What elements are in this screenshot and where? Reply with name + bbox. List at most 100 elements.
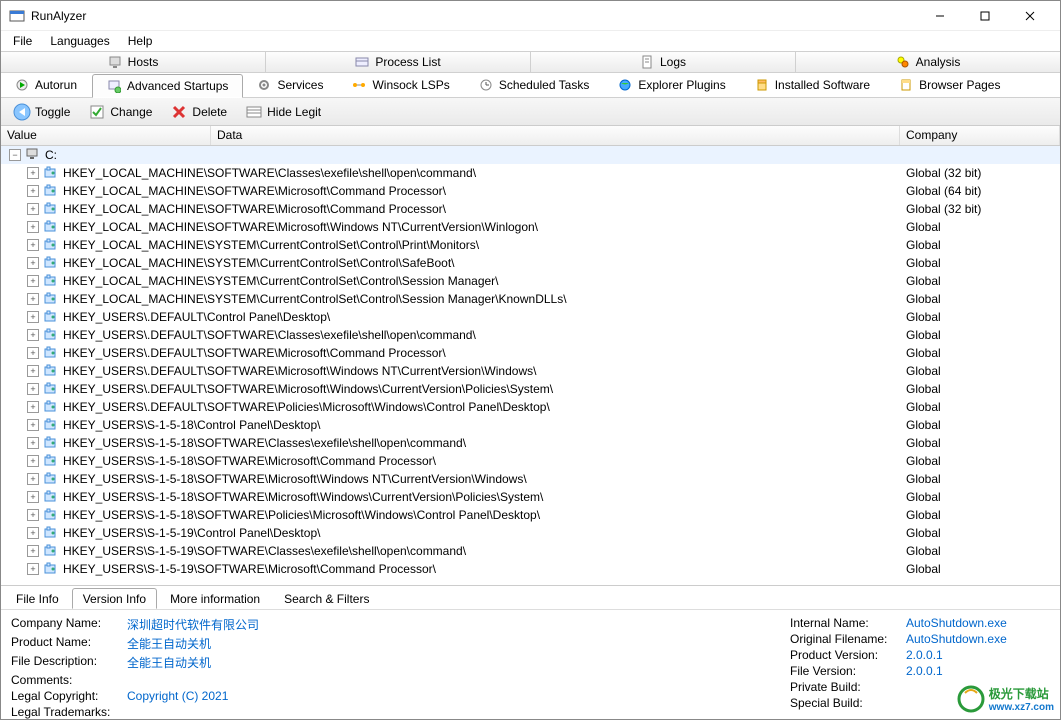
registry-icon bbox=[43, 399, 59, 415]
expander-icon[interactable]: + bbox=[27, 257, 39, 269]
tree-area[interactable]: − C: +HKEY_LOCAL_MACHINE\SOFTWARE\Classe… bbox=[1, 146, 1060, 585]
row-value: HKEY_LOCAL_MACHINE\SYSTEM\CurrentControl… bbox=[63, 292, 567, 306]
hide-legit-button[interactable]: Hide Legit bbox=[239, 101, 327, 123]
expander-icon[interactable]: + bbox=[27, 311, 39, 323]
tab-analysis[interactable]: Analysis bbox=[796, 52, 1060, 72]
tree-row[interactable]: +HKEY_USERS\.DEFAULT\SOFTWARE\Classes\ex… bbox=[1, 326, 1060, 344]
expander-icon[interactable]: + bbox=[27, 419, 39, 431]
expander-icon[interactable]: + bbox=[27, 491, 39, 503]
subtab-label: Browser Pages bbox=[919, 78, 1000, 92]
internal-name-value: AutoShutdown.exe bbox=[906, 616, 1007, 630]
menu-languages[interactable]: Languages bbox=[42, 32, 117, 50]
close-button[interactable] bbox=[1007, 1, 1052, 30]
tree-row[interactable]: + HKEY_LOCAL_MACHINE\SYSTEM\CurrentContro… bbox=[1, 290, 1060, 308]
tab-hosts[interactable]: Hosts bbox=[1, 52, 266, 72]
col-header-value[interactable]: Value bbox=[1, 126, 211, 145]
tree-row[interactable]: +HKEY_LOCAL_MACHINE\SYSTEM\CurrentContro… bbox=[1, 254, 1060, 272]
subtab-browser-pages[interactable]: Browser Pages bbox=[885, 73, 1015, 97]
subtab-explorer-plugins[interactable]: Explorer Plugins bbox=[604, 73, 740, 97]
expander-icon[interactable]: + bbox=[27, 545, 39, 557]
tree-row[interactable]: +HKEY_USERS\S-1-5-18\SOFTWARE\Microsoft\… bbox=[1, 452, 1060, 470]
expander-icon[interactable]: + bbox=[27, 167, 39, 179]
tree-row[interactable]: +HKEY_USERS\S-1-5-18\SOFTWARE\Microsoft\… bbox=[1, 470, 1060, 488]
tree-row[interactable]: +HKEY_USERS\.DEFAULT\SOFTWARE\Microsoft\… bbox=[1, 344, 1060, 362]
subtab-advanced-startups[interactable]: Advanced Startups bbox=[92, 74, 243, 98]
tree-row[interactable]: +HKEY_USERS\S-1-5-18\SOFTWARE\Microsoft\… bbox=[1, 488, 1060, 506]
expander-icon[interactable]: + bbox=[27, 509, 39, 521]
col-header-data[interactable]: Data bbox=[211, 126, 900, 145]
row-value: HKEY_USERS\S-1-5-18\SOFTWARE\Classes\exe… bbox=[63, 436, 466, 450]
subtab-winsock-lsps[interactable]: Winsock LSPs bbox=[338, 73, 464, 97]
tree-row[interactable]: +HKEY_USERS\.DEFAULT\Control Panel\Deskt… bbox=[1, 308, 1060, 326]
tree-row[interactable]: +HKEY_LOCAL_MACHINE\SOFTWARE\Microsoft\W… bbox=[1, 218, 1060, 236]
row-company: Global bbox=[900, 454, 1060, 468]
subtab-installed-software[interactable]: Installed Software bbox=[741, 73, 885, 97]
registry-icon bbox=[43, 201, 59, 217]
tree-row[interactable]: +HKEY_USERS\.DEFAULT\SOFTWARE\Microsoft\… bbox=[1, 380, 1060, 398]
row-value: HKEY_LOCAL_MACHINE\SYSTEM\CurrentControl… bbox=[63, 274, 499, 288]
tree-row[interactable]: +HKEY_LOCAL_MACHINE\SOFTWARE\Classes\exe… bbox=[1, 164, 1060, 182]
btab-search-filters[interactable]: Search & Filters bbox=[273, 588, 380, 609]
row-company: Global bbox=[900, 238, 1060, 252]
tree-row[interactable]: + HKEY_USERS\S-1-5-18\SOFTWARE\Classes\ex… bbox=[1, 434, 1060, 452]
toggle-button[interactable]: Toggle bbox=[7, 101, 76, 123]
comments-label: Comments: bbox=[11, 673, 121, 687]
computer-icon bbox=[25, 147, 41, 163]
change-button[interactable]: Change bbox=[82, 101, 158, 123]
row-company: Global bbox=[900, 292, 1060, 306]
row-company: Global bbox=[900, 256, 1060, 270]
expander-icon[interactable]: + bbox=[27, 293, 39, 305]
col-header-company[interactable]: Company bbox=[900, 126, 1060, 145]
tree-row[interactable]: +HKEY_USERS\.DEFAULT\SOFTWARE\Microsoft\… bbox=[1, 362, 1060, 380]
minimize-button[interactable] bbox=[917, 1, 962, 30]
delete-button[interactable]: Delete bbox=[164, 101, 233, 123]
info-left-column: Company Name:深圳超时代软件有限公司 Product Name:全能… bbox=[11, 616, 790, 713]
tree-row[interactable]: +HKEY_USERS\S-1-5-18\Control Panel\Deskt… bbox=[1, 416, 1060, 434]
expander-icon[interactable]: + bbox=[27, 473, 39, 485]
expander-icon[interactable]: + bbox=[27, 347, 39, 359]
registry-icon bbox=[43, 507, 59, 523]
tree-row[interactable]: +HKEY_USERS\.DEFAULT\SOFTWARE\Policies\M… bbox=[1, 398, 1060, 416]
btab-more-information[interactable]: More information bbox=[159, 588, 271, 609]
tree-row[interactable]: +HKEY_USERS\S-1-5-19\SOFTWARE\Classes\ex… bbox=[1, 542, 1060, 560]
expander-icon[interactable]: + bbox=[27, 221, 39, 233]
maximize-button[interactable] bbox=[962, 1, 1007, 30]
tree-row[interactable]: +HKEY_LOCAL_MACHINE\SOFTWARE\Microsoft\C… bbox=[1, 182, 1060, 200]
expander-icon[interactable]: + bbox=[27, 455, 39, 467]
expander-icon[interactable]: + bbox=[27, 527, 39, 539]
gear-icon bbox=[257, 78, 271, 92]
expander-icon[interactable]: + bbox=[27, 239, 39, 251]
tab-logs[interactable]: Logs bbox=[531, 52, 796, 72]
expander-icon[interactable]: + bbox=[27, 365, 39, 377]
subtab-services[interactable]: Services bbox=[243, 73, 338, 97]
tree-row[interactable]: +HKEY_USERS\S-1-5-19\SOFTWARE\Microsoft\… bbox=[1, 560, 1060, 578]
expander-icon[interactable]: + bbox=[27, 275, 39, 287]
registry-icon bbox=[43, 345, 59, 361]
private-build-label: Private Build: bbox=[790, 680, 900, 694]
menu-help[interactable]: Help bbox=[120, 32, 161, 50]
subtab-autorun[interactable]: Autorun bbox=[1, 73, 92, 97]
subtab-scheduled-tasks[interactable]: Scheduled Tasks bbox=[465, 73, 605, 97]
tree-row[interactable]: +HKEY_USERS\S-1-5-18\SOFTWARE\Policies\M… bbox=[1, 506, 1060, 524]
row-company: Global bbox=[900, 436, 1060, 450]
expander-icon[interactable]: + bbox=[27, 401, 39, 413]
row-company: Global bbox=[900, 310, 1060, 324]
btab-version-info[interactable]: Version Info bbox=[72, 588, 157, 609]
tab-process-list[interactable]: Process List bbox=[266, 52, 531, 72]
expander-icon[interactable]: + bbox=[27, 383, 39, 395]
tree-row[interactable]: +HKEY_LOCAL_MACHINE\SYSTEM\CurrentContro… bbox=[1, 236, 1060, 254]
expander-icon[interactable]: + bbox=[27, 563, 39, 575]
tree-root-row[interactable]: − C: bbox=[1, 146, 1060, 164]
btab-file-info[interactable]: File Info bbox=[5, 588, 70, 609]
tree-row[interactable]: +HKEY_USERS\S-1-5-19\Control Panel\Deskt… bbox=[1, 524, 1060, 542]
registry-icon bbox=[43, 291, 59, 307]
expander-icon[interactable]: + bbox=[27, 329, 39, 341]
menu-file[interactable]: File bbox=[5, 32, 40, 50]
expander-icon[interactable]: + bbox=[27, 203, 39, 215]
expander-icon[interactable]: − bbox=[9, 149, 21, 161]
tree-row[interactable]: + HKEY_LOCAL_MACHINE\SYSTEM\CurrentContro… bbox=[1, 272, 1060, 290]
tree-row[interactable]: +HKEY_LOCAL_MACHINE\SOFTWARE\Microsoft\C… bbox=[1, 200, 1060, 218]
row-company: Global bbox=[900, 346, 1060, 360]
expander-icon[interactable]: + bbox=[27, 185, 39, 197]
expander-icon[interactable]: + bbox=[27, 437, 39, 449]
